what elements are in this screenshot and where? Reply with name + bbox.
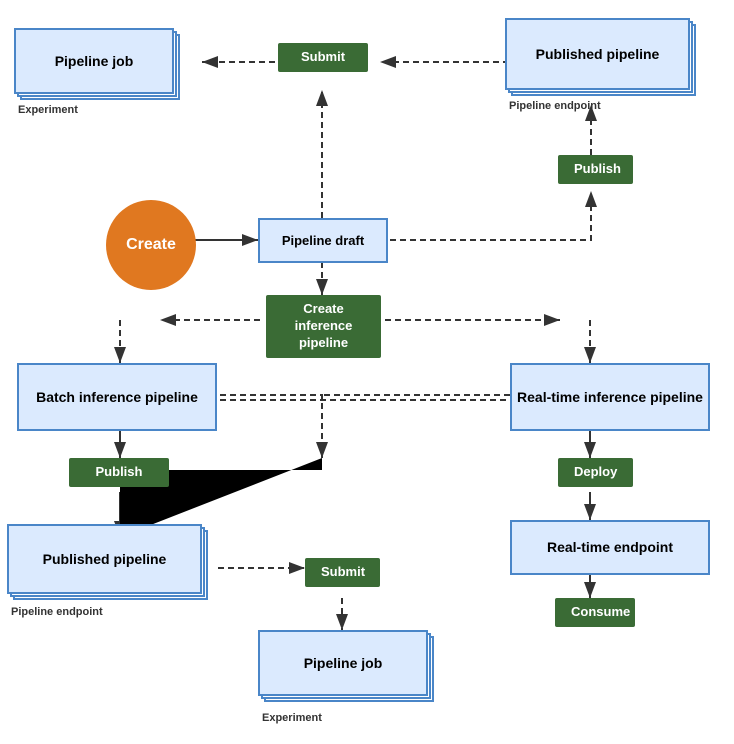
batch-inference-title: Batch inference pipeline bbox=[36, 389, 198, 406]
create-circle[interactable]: Create bbox=[106, 200, 196, 290]
batch-inference-box: Batch inference pipeline bbox=[17, 363, 217, 431]
submit-top-button[interactable]: Submit bbox=[278, 43, 368, 72]
pipeline-job-top-title: Pipeline job bbox=[55, 53, 134, 70]
pipeline-draft-title: Pipeline draft bbox=[282, 233, 364, 249]
realtime-inference-title: Real-time inference pipeline bbox=[517, 389, 703, 406]
published-pipeline-top-container: Published pipeline Pipeline endpoint bbox=[505, 18, 705, 108]
pipeline-job-bottom-title: Pipeline job bbox=[304, 655, 383, 672]
pipeline-job-bottom-subtitle: Experiment bbox=[262, 712, 322, 724]
deploy-button[interactable]: Deploy bbox=[558, 458, 633, 487]
realtime-endpoint-title: Real-time endpoint bbox=[547, 539, 673, 556]
published-pipeline-bottom-container: Published pipeline Pipeline endpoint bbox=[7, 524, 217, 614]
published-pipeline-top-title: Published pipeline bbox=[536, 46, 660, 63]
published-pipeline-top-subtitle: Pipeline endpoint bbox=[509, 100, 601, 112]
consume-button[interactable]: Consume bbox=[555, 598, 635, 627]
pipeline-job-top-container: Pipeline job Experiment bbox=[14, 28, 189, 100]
realtime-endpoint-box: Real-time endpoint bbox=[510, 520, 710, 575]
realtime-inference-box: Real-time inference pipeline bbox=[510, 363, 710, 431]
published-pipeline-bottom-subtitle: Pipeline endpoint bbox=[11, 606, 103, 618]
pipeline-job-top-subtitle: Experiment bbox=[18, 104, 78, 116]
publish-top-button[interactable]: Publish bbox=[558, 155, 633, 184]
published-pipeline-bottom-title: Published pipeline bbox=[43, 551, 167, 568]
submit-bottom-button[interactable]: Submit bbox=[305, 558, 380, 587]
pipeline-job-bottom-container: Pipeline job Experiment bbox=[258, 630, 443, 720]
pipeline-draft-box: Pipeline draft bbox=[258, 218, 388, 263]
diagram: Pipeline job Experiment Submit Published… bbox=[0, 0, 734, 744]
create-inference-button[interactable]: Create inference pipeline bbox=[266, 295, 381, 358]
publish-bottom-button[interactable]: Publish bbox=[69, 458, 169, 487]
